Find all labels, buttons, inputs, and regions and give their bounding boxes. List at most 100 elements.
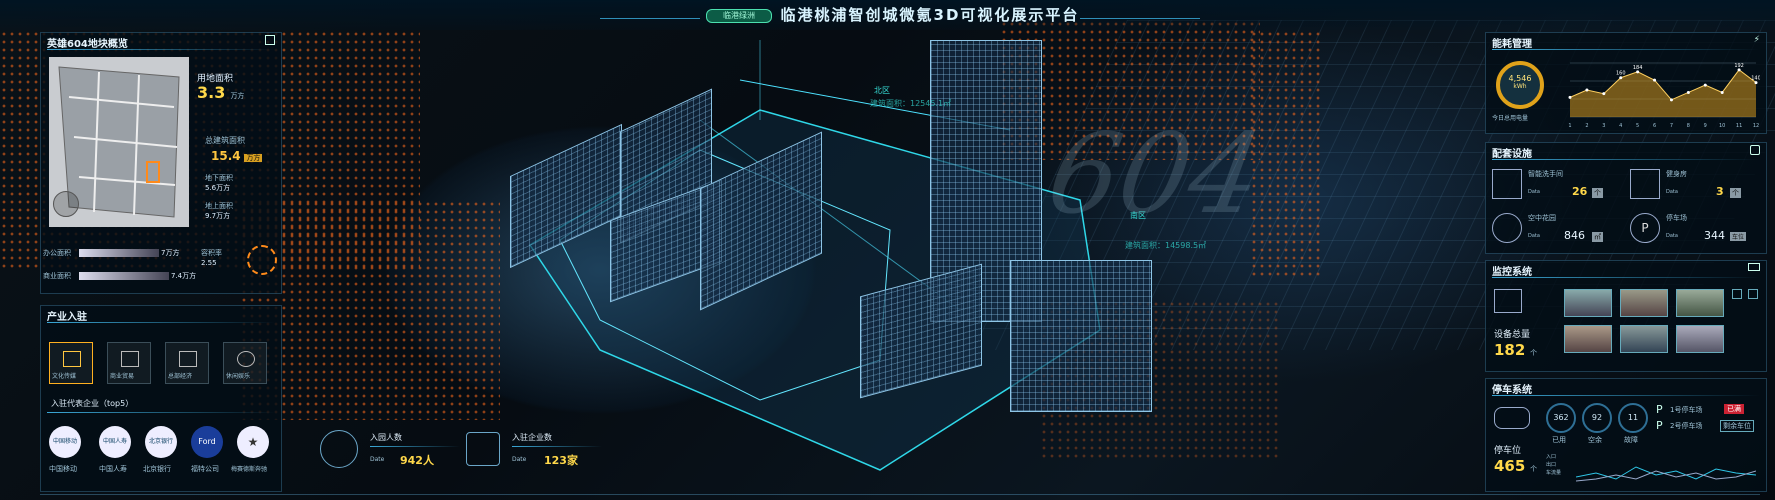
legend-exit: 出口	[1546, 462, 1557, 468]
x-tick-label: 6	[1653, 123, 1656, 129]
lot2-label[interactable]: 2号停车场	[1670, 421, 1702, 431]
category-hq-label: 总部经济	[168, 373, 193, 380]
camera-feed[interactable]	[1564, 325, 1612, 353]
dumbbell-icon	[1630, 169, 1660, 199]
legend-entrance: 入口	[1546, 454, 1557, 460]
used-spots-label: 已用	[1552, 436, 1566, 444]
build-area-unit: 万方	[244, 154, 263, 162]
facility-value: 26	[1572, 185, 1588, 198]
camera-feed[interactable]	[1676, 325, 1724, 353]
facility-gym[interactable]: 健身房 Data 3 个	[1630, 167, 1760, 205]
x-tick-label: 12	[1753, 123, 1759, 129]
divider	[1492, 395, 1760, 396]
people-label: 入园人数	[370, 433, 402, 442]
free-spots-gauge: 92	[1582, 403, 1612, 433]
device-total-label: 设备总量	[1494, 330, 1531, 340]
category-hq[interactable]: 总部经济	[165, 342, 209, 384]
camera-feed[interactable]	[1676, 289, 1724, 317]
north-zone-label[interactable]: 北区	[874, 85, 890, 96]
used-spots-value: 362	[1553, 413, 1569, 422]
divider	[512, 446, 602, 447]
grid-toggle[interactable]	[1748, 289, 1758, 299]
title-line-left	[600, 18, 700, 19]
page-title: 临港桃浦智创城微氪3D可视化展示平台	[780, 6, 1080, 24]
grid-toggle[interactable]	[1732, 289, 1742, 299]
company-count-date: Date	[512, 456, 527, 463]
company-logo[interactable]: Ford	[191, 426, 223, 458]
restroom-icon	[1492, 169, 1522, 199]
lot1-status-badge: 已满	[1724, 404, 1744, 414]
category-commerce-label: 商业贸易	[110, 373, 135, 380]
facility-label: 健身房	[1666, 170, 1687, 178]
company-logo[interactable]: 北京银行	[145, 426, 177, 458]
x-tick-label: 7	[1670, 123, 1673, 129]
data-label: 192	[1734, 63, 1744, 69]
shield-icon	[1750, 145, 1760, 155]
facility-value: 3	[1716, 185, 1724, 198]
data-label: 140	[1751, 76, 1760, 82]
x-tick-label: 9	[1704, 123, 1707, 129]
category-commerce[interactable]: 商业贸易	[107, 342, 151, 384]
free-spots-label: 空余	[1588, 436, 1602, 444]
x-tick-label: 4	[1619, 123, 1622, 129]
facility-restroom[interactable]: 智能洗手间 Data 26 个	[1492, 167, 1622, 205]
build-area-label: 总建筑面积	[205, 136, 245, 145]
energy-point	[1653, 78, 1657, 82]
company-name: 中国移动	[49, 465, 77, 473]
facility-label: 智能洗手间	[1528, 170, 1563, 178]
build-area-value-wrap: 15.4 万方	[211, 149, 263, 163]
office-area-bar	[79, 249, 159, 257]
energy-gauge-value: 4,546	[1508, 74, 1532, 83]
lot1-label[interactable]: 1号停车场	[1670, 405, 1702, 415]
x-tick-label: 11	[1736, 123, 1742, 129]
company-logo[interactable]: 中国移动	[49, 426, 81, 458]
facility-unit: 车位	[1730, 232, 1747, 241]
facility-label: 空中花园	[1528, 214, 1556, 222]
category-culture[interactable]: 文化传媒	[49, 342, 93, 384]
camera-feed[interactable]	[1620, 289, 1668, 317]
lot2-status-badge: 剩余车位	[1720, 420, 1754, 432]
facility-garden[interactable]: 空中花园 Data 846 ㎡	[1492, 211, 1622, 249]
flower-icon	[1492, 213, 1522, 243]
commerce-area-label: 商业面积	[43, 272, 71, 280]
energy-point	[1720, 90, 1724, 94]
book-icon	[63, 351, 81, 367]
energy-gauge-unit: kWh	[1513, 83, 1527, 90]
data-label: 160	[1616, 71, 1626, 77]
overview-title: 英雄604地块概览	[47, 39, 128, 50]
energy-gauge-label: 今日总用电量	[1492, 115, 1529, 122]
divider	[1492, 49, 1760, 50]
category-leisure[interactable]: 休闲娱乐	[223, 342, 267, 384]
company-name: 中国人寿	[99, 465, 127, 473]
company-logo[interactable]: ★	[237, 426, 269, 458]
industry-title: 产业入驻	[47, 312, 87, 323]
office-area-label: 办公面积	[43, 249, 71, 257]
facilities-panel: 配套设施 智能洗手间 Data 26 个 健身房 Data 3 个 空中花园 D…	[1485, 142, 1767, 254]
compass-icon[interactable]	[53, 191, 79, 217]
leisure-icon	[237, 351, 255, 367]
parking-spots-unit: 个	[1530, 465, 1538, 473]
rep-companies-title: 入驻代表企业（top5）	[51, 399, 134, 408]
category-leisure-label: 休闲娱乐	[226, 373, 251, 380]
car-icon	[1494, 407, 1530, 429]
facility-sub: Data	[1528, 233, 1540, 239]
fault-spots-value: 11	[1627, 413, 1639, 422]
fault-spots-gauge: 11	[1618, 403, 1648, 433]
facility-parking[interactable]: P 停车场 Data 344 车位	[1630, 211, 1760, 249]
x-tick-label: 10	[1719, 123, 1725, 129]
camera-feed[interactable]	[1564, 289, 1612, 317]
camera-feed[interactable]	[1620, 325, 1668, 353]
energy-point	[1686, 90, 1690, 94]
header-bar: 临港绿洲 临港桃浦智创城微氪3D可视化展示平台	[0, 0, 1775, 30]
parking-lot-icon: P	[1656, 419, 1663, 432]
bottom-border	[40, 494, 1760, 495]
map-thumbnail[interactable]	[49, 57, 189, 227]
people-value: 942人	[400, 454, 434, 467]
company-logo[interactable]: 中国人寿	[99, 426, 131, 458]
company-name: 福特公司	[191, 465, 219, 473]
x-tick-label: 1	[1568, 123, 1571, 129]
building[interactable]	[1010, 260, 1152, 412]
x-tick-label: 8	[1687, 123, 1690, 129]
facility-value: 846	[1564, 229, 1585, 242]
x-tick-label: 2	[1585, 123, 1588, 129]
